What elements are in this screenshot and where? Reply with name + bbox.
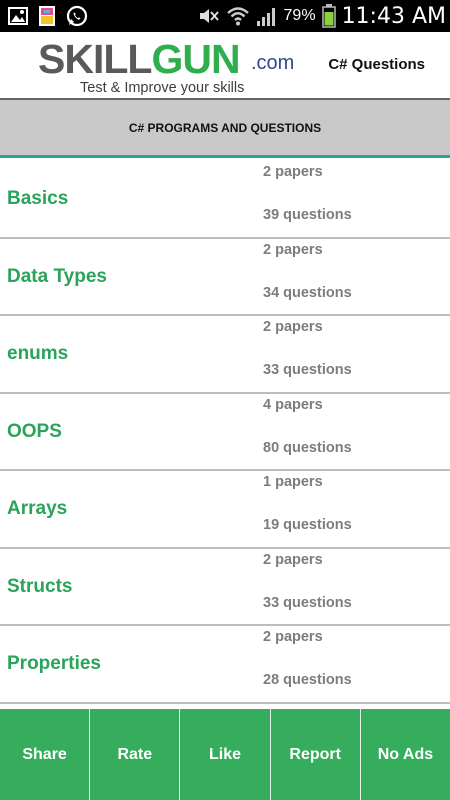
image-icon [8,7,28,25]
status-bar: 79% 11:43 AM [0,0,450,32]
battery-icon [321,4,336,28]
signal-icon [256,5,278,27]
questions-count: 39 questions [263,207,352,223]
notification-icons [8,4,88,28]
papers-count: 1 papers [263,474,323,490]
topic-row-enums[interactable]: 2 papers enums 33 questions [0,316,450,394]
battery-percent: 79% [283,7,316,24]
logo-skill-text: SKILL [38,36,152,82]
papers-count: 2 papers [263,241,323,258]
logo-wordmark: SKILLGUN [38,36,241,82]
topic-row-oops[interactable]: 4 papers OOPS 80 questions [0,393,450,471]
topic-list: 2 papers Basics 39 questions 2 papers Da… [0,161,450,704]
topic-row-data-types[interactable]: 2 papers Data Types 34 questions [0,238,450,316]
topic-row-basics[interactable]: 2 papers Basics 39 questions [0,161,450,239]
wifi-icon [226,6,250,26]
rate-button[interactable]: Rate [90,709,181,800]
topic-name: Properties [7,653,101,674]
papers-count: 2 papers [263,551,323,568]
logo-tagline: Test & Improve your skills [80,80,245,96]
topic-name: enums [7,343,69,364]
topic-name: Arrays [7,498,68,519]
topic-name: OOPS [7,420,62,442]
questions-count: 19 questions [263,517,352,533]
like-button[interactable]: Like [180,709,271,800]
share-button[interactable]: Share [0,709,91,800]
topic-row-properties[interactable]: 2 papers Properties 28 questions [0,626,450,704]
topic-name: Structs [7,575,73,597]
questions-count: 33 questions [263,594,352,611]
logo-gun-text: GUN [151,36,240,82]
topic-name: Data Types [7,265,107,287]
page-title: C# Questions [328,56,425,73]
bottom-action-bar: Share Rate Like Report No Ads [0,709,450,800]
questions-count: 28 questions [263,672,352,688]
section-title: C# PROGRAMS AND QUESTIONS [128,120,322,135]
questions-count: 80 questions [263,439,352,456]
papers-count: 2 papers [263,319,323,335]
questions-count: 34 questions [263,284,352,301]
report-button[interactable]: Report [271,709,361,800]
section-header: C# PROGRAMS AND QUESTIONS [0,100,450,158]
app-header: SKILLGUN .com Test & Improve your skills… [0,32,450,100]
whatsapp-icon [66,5,88,27]
topic-name: Basics [7,188,69,209]
logo-domain: .com [251,52,295,74]
topic-row-arrays[interactable]: 1 papers Arrays 19 questions [0,471,450,549]
clock: 11:43 AM [341,3,446,29]
no-ads-button[interactable]: No Ads [361,709,450,800]
papers-count: 4 papers [263,396,323,413]
system-tray: 79% 11:43 AM [198,2,446,30]
topic-row-structs[interactable]: 2 papers Structs 33 questions [0,548,450,626]
questions-count: 33 questions [263,362,352,378]
mute-icon [198,6,220,26]
skillgun-logo: SKILLGUN .com Test & Improve your skills [38,36,308,98]
papers-count: 2 papers [263,629,323,645]
gallery-notification-icon [38,5,56,27]
papers-count: 2 papers [263,164,323,180]
